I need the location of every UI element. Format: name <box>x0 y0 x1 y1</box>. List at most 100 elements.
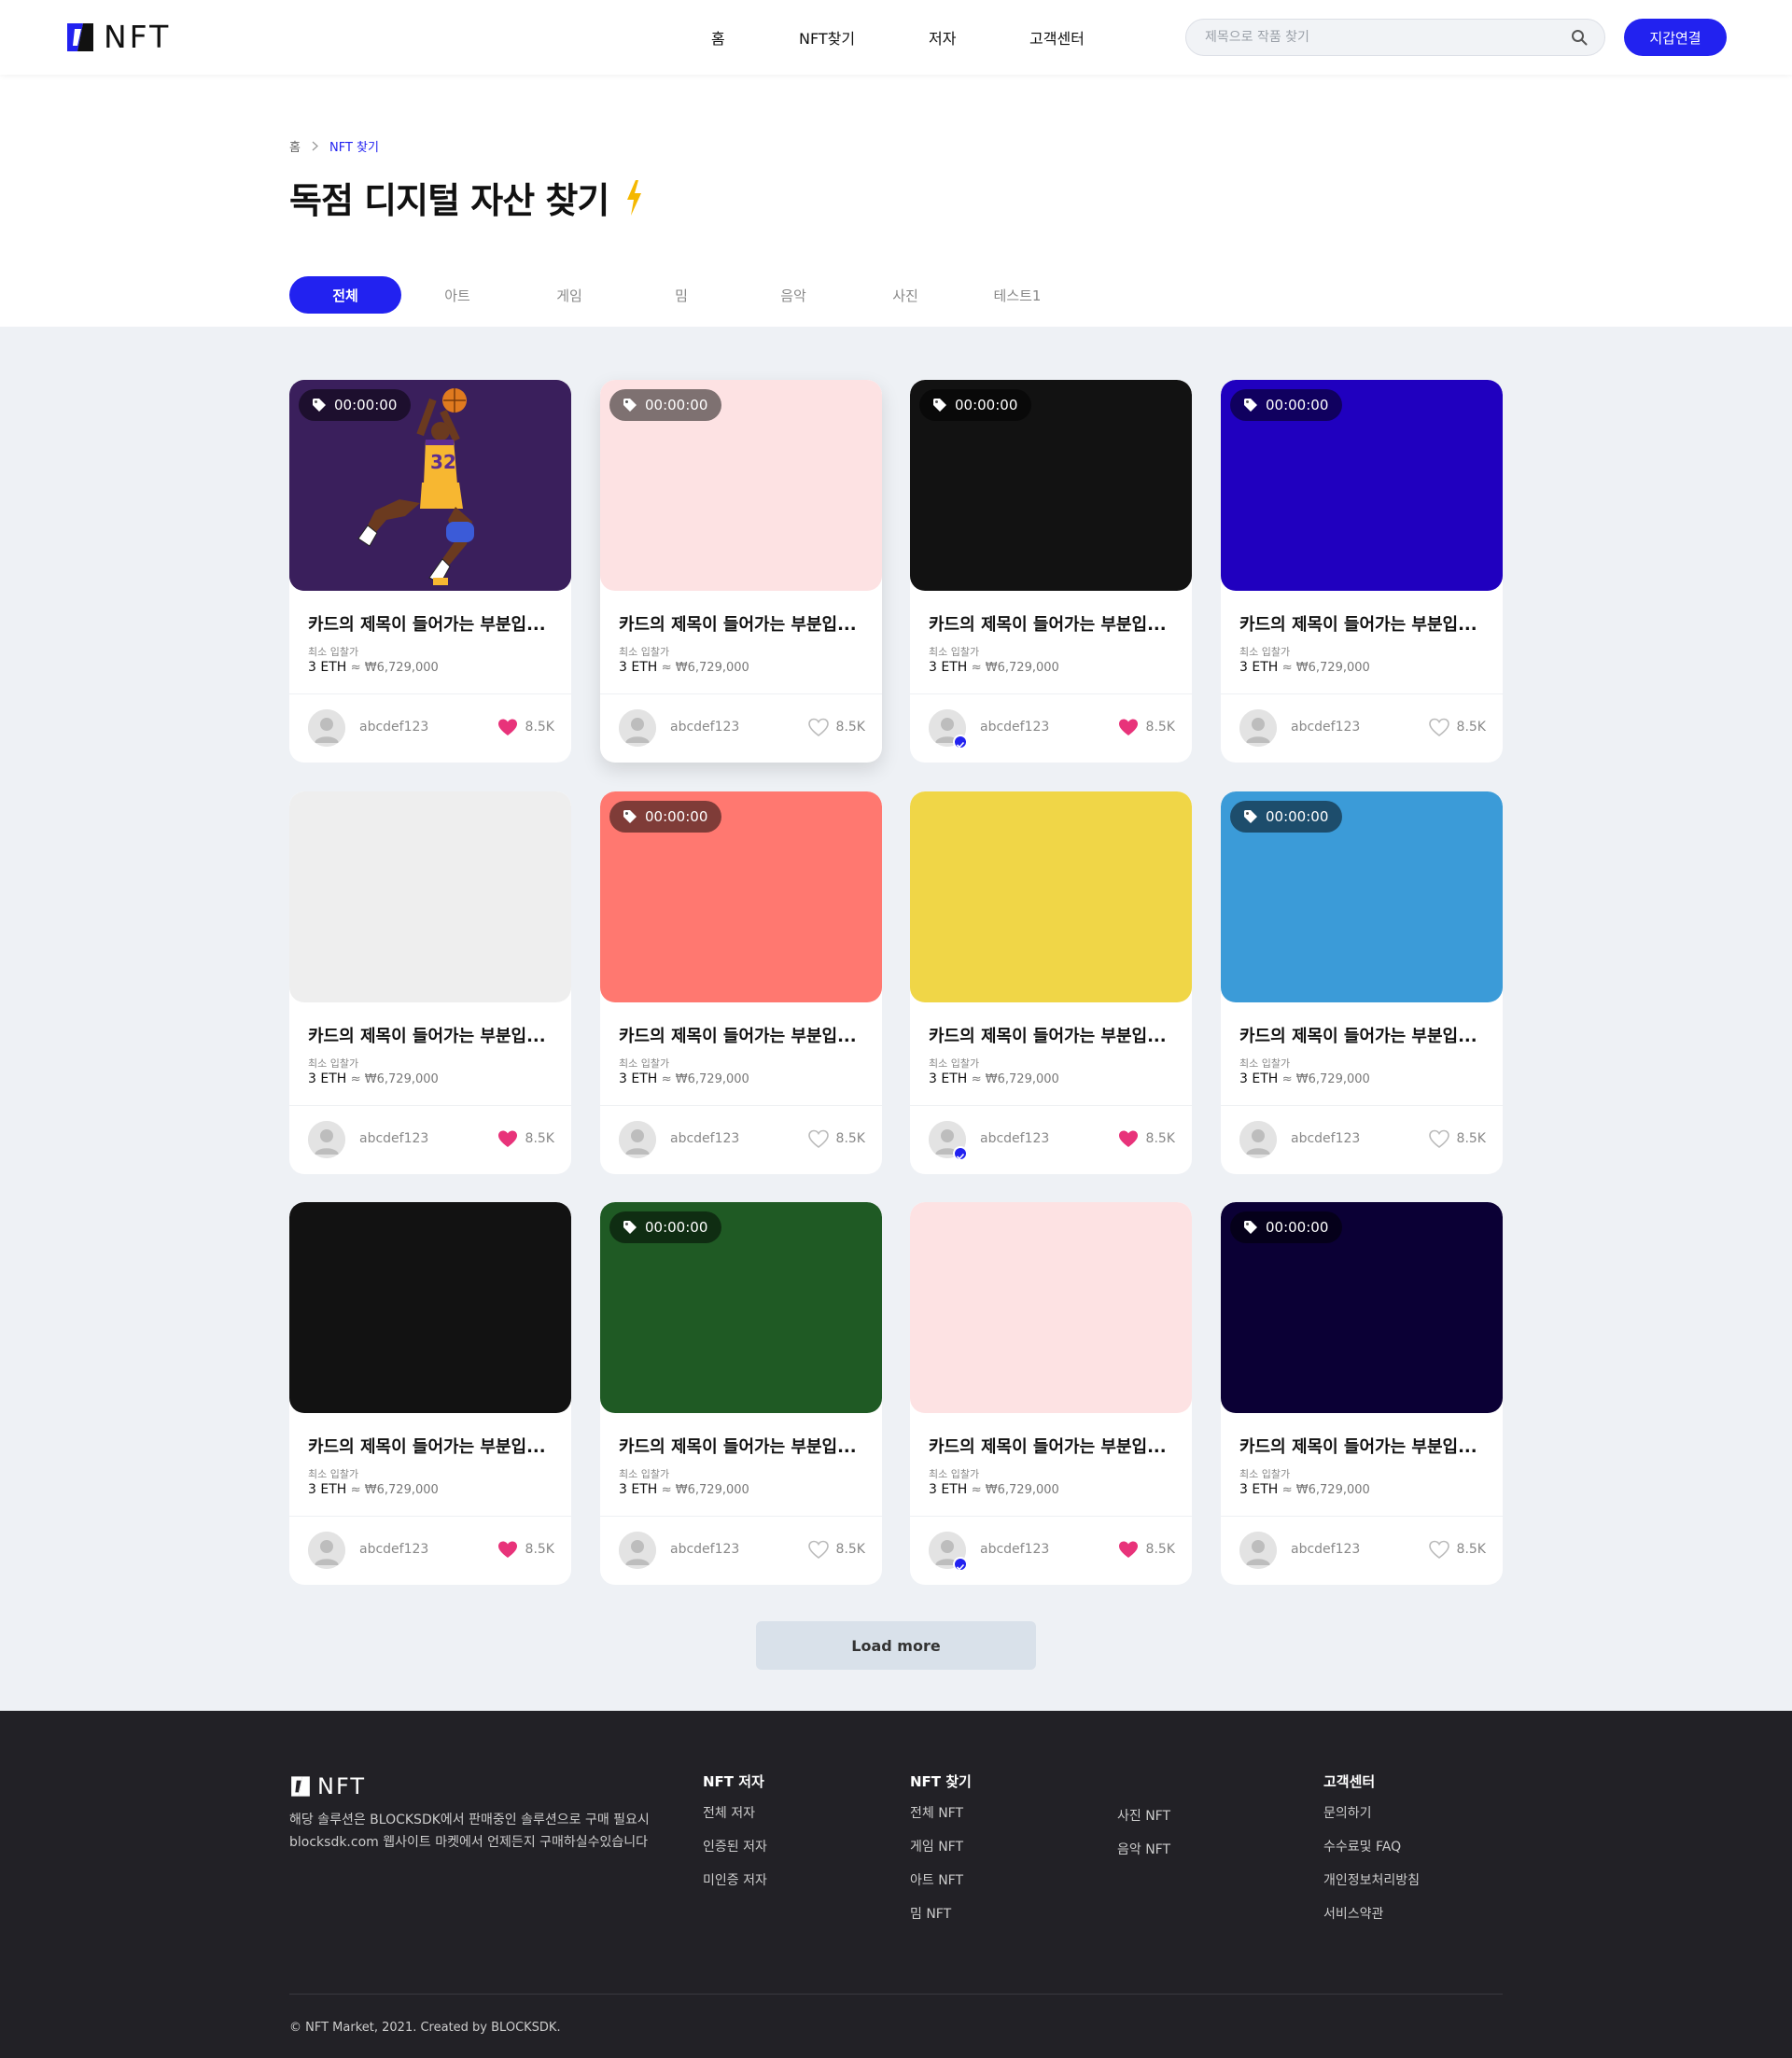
footer-link-verified-authors[interactable]: 인증된 저자 <box>703 1838 767 1871</box>
nft-card[interactable]: 카드의 제목이 들어가는 부분입... 최소 입찰가 3 ETH ≈ ₩6,72… <box>289 791 571 1174</box>
nav-home[interactable]: 홈 <box>711 26 725 49</box>
footer-link-all-authors[interactable]: 전체 저자 <box>703 1804 767 1838</box>
nft-thumbnail[interactable]: 32 00:00:00 <box>289 380 571 591</box>
footer-link-contact[interactable]: 문의하기 <box>1323 1804 1420 1838</box>
owner-name[interactable]: abcdef123 <box>980 1131 1049 1146</box>
nft-card[interactable]: 카드의 제목이 들어가는 부분입... 최소 입찰가 3 ETH ≈ ₩6,72… <box>289 1202 571 1585</box>
tab-game[interactable]: 게임 <box>513 276 625 314</box>
nft-thumbnail[interactable] <box>289 1202 571 1413</box>
like-button[interactable]: 8.5K <box>807 1540 865 1559</box>
avatar[interactable] <box>308 1532 345 1569</box>
nft-title[interactable]: 카드의 제목이 들어가는 부분입... <box>619 1023 871 1047</box>
nft-title[interactable]: 카드의 제목이 들어가는 부분입... <box>1239 611 1491 636</box>
nft-title[interactable]: 카드의 제목이 들어가는 부분입... <box>1239 1023 1491 1047</box>
like-button[interactable]: 8.5K <box>1118 718 1175 736</box>
footer-link-art-nft[interactable]: 아트 NFT <box>910 1871 972 1905</box>
like-button[interactable]: 8.5K <box>1428 1129 1486 1148</box>
nft-thumbnail[interactable]: 00:00:00 <box>1221 1202 1503 1413</box>
nft-title[interactable]: 카드의 제목이 들어가는 부분입... <box>308 1023 560 1047</box>
nft-thumbnail[interactable] <box>910 791 1192 1002</box>
avatar[interactable] <box>308 1121 345 1158</box>
footer-link-terms[interactable]: 서비스약관 <box>1323 1905 1420 1939</box>
avatar[interactable] <box>308 709 345 747</box>
nav-support[interactable]: 고객센터 <box>1029 26 1085 49</box>
load-more-button[interactable]: Load more <box>756 1621 1036 1670</box>
avatar[interactable] <box>1239 1532 1277 1569</box>
nft-card[interactable]: 00:00:00 카드의 제목이 들어가는 부분입... 최소 입찰가 3 ET… <box>600 1202 882 1585</box>
nft-card[interactable]: 00:00:00 카드의 제목이 들어가는 부분입... 최소 입찰가 3 ET… <box>600 380 882 763</box>
nft-card[interactable]: 00:00:00 카드의 제목이 들어가는 부분입... 최소 입찰가 3 ET… <box>910 380 1192 763</box>
owner-name[interactable]: abcdef123 <box>980 720 1049 735</box>
avatar[interactable] <box>1239 1121 1277 1158</box>
nft-thumbnail[interactable]: 00:00:00 <box>600 1202 882 1413</box>
footer-link-unverified-authors[interactable]: 미인증 저자 <box>703 1871 767 1905</box>
owner-name[interactable]: abcdef123 <box>359 720 428 735</box>
like-button[interactable]: 8.5K <box>1118 1540 1175 1559</box>
nft-thumbnail[interactable]: 00:00:00 <box>600 791 882 1002</box>
nft-thumbnail[interactable]: 00:00:00 <box>910 380 1192 591</box>
breadcrumb-home[interactable]: 홈 <box>289 137 301 155</box>
nft-title[interactable]: 카드의 제목이 들어가는 부분입... <box>929 611 1181 636</box>
like-button[interactable]: 8.5K <box>807 1129 865 1148</box>
footer-link-all-nft[interactable]: 전체 NFT <box>910 1804 972 1838</box>
nft-title[interactable]: 카드의 제목이 들어가는 부분입... <box>929 1434 1181 1458</box>
like-button[interactable]: 8.5K <box>497 718 554 736</box>
tab-meme[interactable]: 밈 <box>625 276 737 314</box>
nft-title[interactable]: 카드의 제목이 들어가는 부분입... <box>308 611 560 636</box>
owner-name[interactable]: abcdef123 <box>359 1542 428 1557</box>
owner-name[interactable]: abcdef123 <box>670 1131 739 1146</box>
nft-thumbnail[interactable] <box>910 1202 1192 1413</box>
footer-logo[interactable]: NFT <box>289 1774 366 1799</box>
owner-name[interactable]: abcdef123 <box>670 1542 739 1557</box>
nav-authors[interactable]: 저자 <box>929 26 956 49</box>
owner-name[interactable]: abcdef123 <box>359 1131 428 1146</box>
owner-name[interactable]: abcdef123 <box>1291 1542 1360 1557</box>
nft-card[interactable]: 00:00:00 카드의 제목이 들어가는 부분입... 최소 입찰가 3 ET… <box>1221 380 1503 763</box>
nft-title[interactable]: 카드의 제목이 들어가는 부분입... <box>619 611 871 636</box>
nav-find-nft[interactable]: NFT찾기 <box>799 26 855 49</box>
tab-music[interactable]: 음악 <box>737 276 849 314</box>
footer-link-game-nft[interactable]: 게임 NFT <box>910 1838 972 1871</box>
footer-link-privacy[interactable]: 개인정보처리방침 <box>1323 1871 1420 1905</box>
avatar[interactable] <box>619 1532 656 1569</box>
like-button[interactable]: 8.5K <box>807 718 865 736</box>
tab-art[interactable]: 아트 <box>401 276 513 314</box>
avatar[interactable] <box>1239 709 1277 747</box>
nft-thumbnail[interactable] <box>289 791 571 1002</box>
like-button[interactable]: 8.5K <box>1118 1129 1175 1148</box>
nft-card[interactable]: 00:00:00 카드의 제목이 들어가는 부분입... 최소 입찰가 3 ET… <box>600 791 882 1174</box>
owner-name[interactable]: abcdef123 <box>980 1542 1049 1557</box>
avatar[interactable] <box>619 709 656 747</box>
nft-card[interactable]: 32 00:00:00 카드의 제목이 들어가는 부분입... 최소 입찰가 3… <box>289 380 571 763</box>
site-logo[interactable]: NFT <box>64 20 171 54</box>
nft-thumbnail[interactable]: 00:00:00 <box>600 380 882 591</box>
like-button[interactable]: 8.5K <box>497 1129 554 1148</box>
owner-name[interactable]: abcdef123 <box>1291 720 1360 735</box>
nft-card[interactable]: 카드의 제목이 들어가는 부분입... 최소 입찰가 3 ETH ≈ ₩6,72… <box>910 791 1192 1174</box>
nft-thumbnail[interactable]: 00:00:00 <box>1221 791 1503 1002</box>
nft-thumbnail[interactable]: 00:00:00 <box>1221 380 1503 591</box>
owner-name[interactable]: abcdef123 <box>1291 1131 1360 1146</box>
tab-all[interactable]: 전체 <box>289 276 401 314</box>
owner-name[interactable]: abcdef123 <box>670 720 739 735</box>
nft-title[interactable]: 카드의 제목이 들어가는 부분입... <box>929 1023 1181 1047</box>
footer-link-fees-faq[interactable]: 수수료및 FAQ <box>1323 1838 1420 1871</box>
avatar[interactable] <box>619 1121 656 1158</box>
like-button[interactable]: 8.5K <box>1428 1540 1486 1559</box>
footer-link-meme-nft[interactable]: 밈 NFT <box>910 1905 972 1939</box>
like-button[interactable]: 8.5K <box>497 1540 554 1559</box>
like-button[interactable]: 8.5K <box>1428 718 1486 736</box>
footer-link-music-nft[interactable]: 음악 NFT <box>1117 1841 1170 1874</box>
tab-test1[interactable]: 테스트1 <box>961 276 1073 314</box>
tab-photo[interactable]: 사진 <box>849 276 961 314</box>
nft-title[interactable]: 카드의 제목이 들어가는 부분입... <box>308 1434 560 1458</box>
nft-card[interactable]: 00:00:00 카드의 제목이 들어가는 부분입... 최소 입찰가 3 ET… <box>1221 791 1503 1174</box>
nft-title[interactable]: 카드의 제목이 들어가는 부분입... <box>1239 1434 1491 1458</box>
search-icon[interactable] <box>1571 29 1588 46</box>
nft-title[interactable]: 카드의 제목이 들어가는 부분입... <box>619 1434 871 1458</box>
nft-card[interactable]: 카드의 제목이 들어가는 부분입... 최소 입찰가 3 ETH ≈ ₩6,72… <box>910 1202 1192 1585</box>
search-input[interactable] <box>1205 20 1560 55</box>
nft-card[interactable]: 00:00:00 카드의 제목이 들어가는 부분입... 최소 입찰가 3 ET… <box>1221 1202 1503 1585</box>
connect-wallet-button[interactable]: 지갑연결 <box>1624 19 1727 56</box>
footer-link-photo-nft[interactable]: 사진 NFT <box>1117 1807 1170 1841</box>
